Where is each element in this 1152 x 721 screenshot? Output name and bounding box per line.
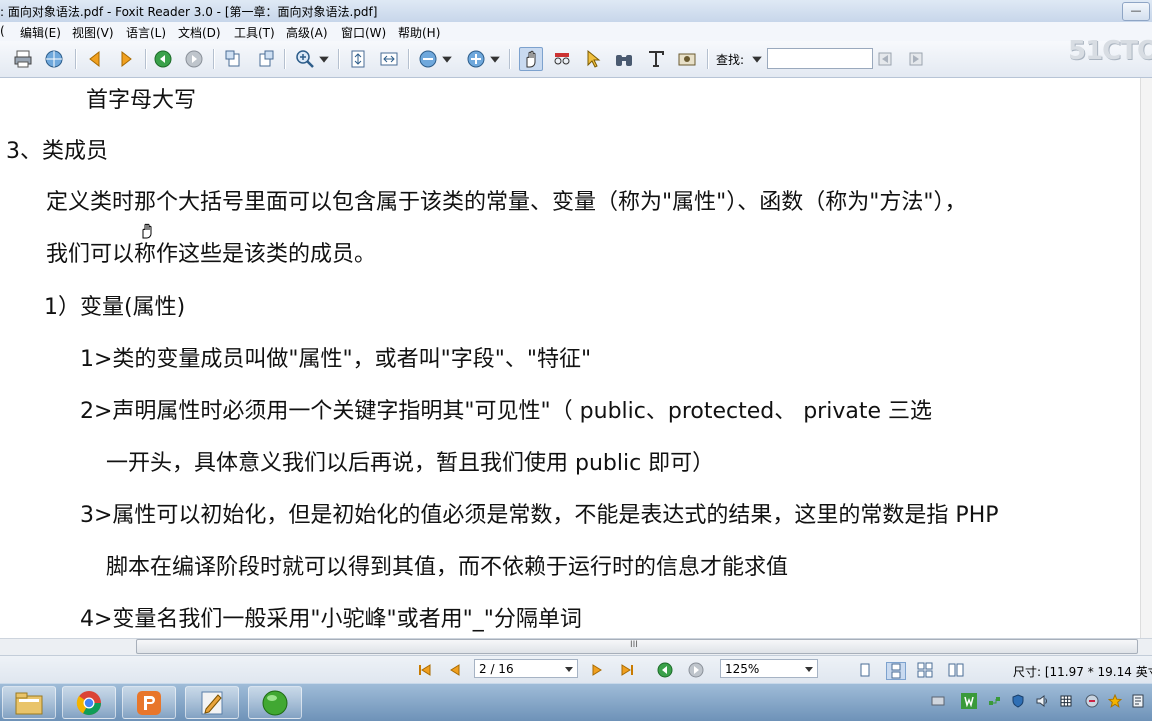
document-page: 首字母大写 3、类成员 定义类时那个大括号里面可以包含属于该类的常量、变量（称为…: [0, 78, 1140, 638]
go-forward-icon[interactable]: [183, 48, 205, 70]
toolbar: [0, 41, 1152, 78]
grid-icon[interactable]: [1058, 693, 1074, 709]
keyboard-icon[interactable]: [930, 693, 946, 709]
find-binoculars-icon[interactable]: [613, 48, 635, 70]
tray-tool-icon[interactable]: [1084, 693, 1100, 709]
continuous-page-icon[interactable]: [886, 662, 906, 680]
doc-line: 首字母大写: [86, 88, 197, 113]
zoom-in-circle-icon[interactable]: [465, 48, 487, 70]
doc-line: 一开头，具体意义我们以后再说，暂且我们使用 public 即可）: [106, 451, 715, 476]
page-number-field[interactable]: 2 / 16: [474, 659, 578, 678]
menu-item-edit-partial[interactable]: (: [0, 24, 5, 38]
select-arrow-icon[interactable]: [582, 48, 604, 70]
menu-item-window[interactable]: 窗口(W): [341, 24, 386, 41]
single-page-icon[interactable]: [856, 662, 874, 678]
title-bar: : 面向对象语法.pdf - Foxit Reader 3.0 - [第一章：面…: [0, 0, 1152, 23]
security-shield-icon[interactable]: [1010, 693, 1026, 709]
chevron-down-icon[interactable]: [751, 48, 763, 70]
tray-app-icon[interactable]: [961, 693, 977, 709]
first-page-icon[interactable]: [416, 662, 434, 678]
go-back-icon[interactable]: [656, 662, 674, 678]
facing-pages-icon[interactable]: [916, 662, 934, 678]
doc-line: 我们可以称作这些是该类的成员。: [46, 242, 377, 267]
menu-item-document[interactable]: 文档(D): [178, 24, 221, 41]
rotate-right-icon[interactable]: [254, 48, 276, 70]
menu-item-edit[interactable]: 编辑(E): [20, 24, 61, 41]
zoom-in-icon[interactable]: [294, 48, 316, 70]
next-page-icon[interactable]: [588, 662, 606, 678]
presentation-app-icon[interactable]: [122, 686, 176, 719]
file-explorer-icon[interactable]: [2, 686, 56, 719]
menu-item-language[interactable]: 语言(L): [126, 24, 166, 41]
fit-page-icon[interactable]: [347, 48, 369, 70]
typewriter-icon[interactable]: [645, 48, 667, 70]
fit-width-icon[interactable]: [378, 48, 400, 70]
chevron-down-icon[interactable]: [805, 667, 813, 672]
menu-item-tools[interactable]: 工具(T): [234, 24, 275, 41]
menu-item-help[interactable]: 帮助(H): [398, 24, 440, 41]
menu-item-advanced[interactable]: 高级(A): [286, 24, 328, 41]
menu-bar: ( 编辑(E) 视图(V) 语言(L) 文档(D) 工具(T) 高级(A) 窗口…: [0, 22, 1152, 42]
print-icon[interactable]: [12, 48, 34, 70]
find-label: 查找:: [716, 53, 745, 67]
image-icon[interactable]: [676, 48, 698, 70]
menu-item-view[interactable]: 视图(V): [72, 24, 114, 41]
scroll-grip: III: [630, 640, 638, 650]
chevron-down-icon[interactable]: [318, 48, 330, 70]
star-icon[interactable]: [1107, 693, 1123, 709]
vertical-scrollbar[interactable]: [1140, 78, 1152, 638]
prev-page-icon[interactable]: [446, 662, 464, 678]
doc-line: 2>声明属性时必须用一个关键字指明其"可见性"（ public、protecte…: [80, 399, 932, 424]
find-input[interactable]: [767, 48, 873, 69]
continuous-facing-icon[interactable]: [947, 662, 965, 678]
go-back-icon[interactable]: [152, 48, 174, 70]
chevron-down-icon[interactable]: [441, 48, 453, 70]
minimize-button[interactable]: —: [1122, 2, 1150, 21]
find-previous-icon[interactable]: [874, 48, 896, 70]
chevron-down-icon[interactable]: [489, 48, 501, 70]
go-forward-icon[interactable]: [687, 662, 705, 678]
watermark-logo: 51CTO: [1068, 36, 1152, 66]
zoom-out-circle-icon[interactable]: [417, 48, 439, 70]
notification-icon[interactable]: [1130, 693, 1146, 709]
green-ball-app-icon[interactable]: [248, 686, 302, 719]
zoom-select[interactable]: 125%: [720, 659, 818, 678]
web-globe-icon[interactable]: [43, 48, 65, 70]
previous-page-icon[interactable]: [84, 48, 106, 70]
rotate-left-icon[interactable]: [223, 48, 245, 70]
page-size-text: 尺寸: [11.97 * 19.14 英寸]: [1013, 665, 1152, 679]
network-icon[interactable]: [987, 693, 1003, 709]
zoom-value: 125%: [725, 662, 760, 676]
doc-line: 定义类时那个大括号里面可以包含属于该类的常量、变量（称为"属性"）、函数（称为"…: [46, 190, 967, 215]
last-page-icon[interactable]: [618, 662, 636, 678]
hand-tool-icon[interactable]: [519, 47, 543, 71]
page-number: 2 / 16: [479, 662, 514, 676]
next-page-icon[interactable]: [115, 48, 137, 70]
notepad-pen-icon[interactable]: [185, 686, 239, 719]
doc-subheading: 1）变量(属性): [44, 295, 186, 320]
doc-heading: 3、类成员: [6, 139, 108, 164]
hand-cursor-icon: [142, 223, 152, 239]
doc-line: 4>变量名我们一般采用"小驼峰"或者用"_"分隔单词: [80, 607, 582, 632]
chrome-icon[interactable]: [62, 686, 116, 719]
doc-line: 1>类的变量成员叫做"属性"，或者叫"字段"、"特征": [80, 347, 592, 372]
chevron-down-icon[interactable]: [565, 667, 573, 672]
volume-icon[interactable]: [1034, 693, 1050, 709]
doc-line: 3>属性可以初始化，但是初始化的值必须是常数，不能是表达式的结果，这里的常数是指…: [80, 503, 999, 528]
find-next-icon[interactable]: [905, 48, 927, 70]
snapshot-glasses-icon[interactable]: [551, 48, 573, 70]
window-title: : 面向对象语法.pdf - Foxit Reader 3.0 - [第一章：面…: [0, 5, 378, 19]
doc-line: 脚本在编译阶段时就可以得到其值，而不依赖于运行时的信息才能求值: [106, 555, 789, 580]
